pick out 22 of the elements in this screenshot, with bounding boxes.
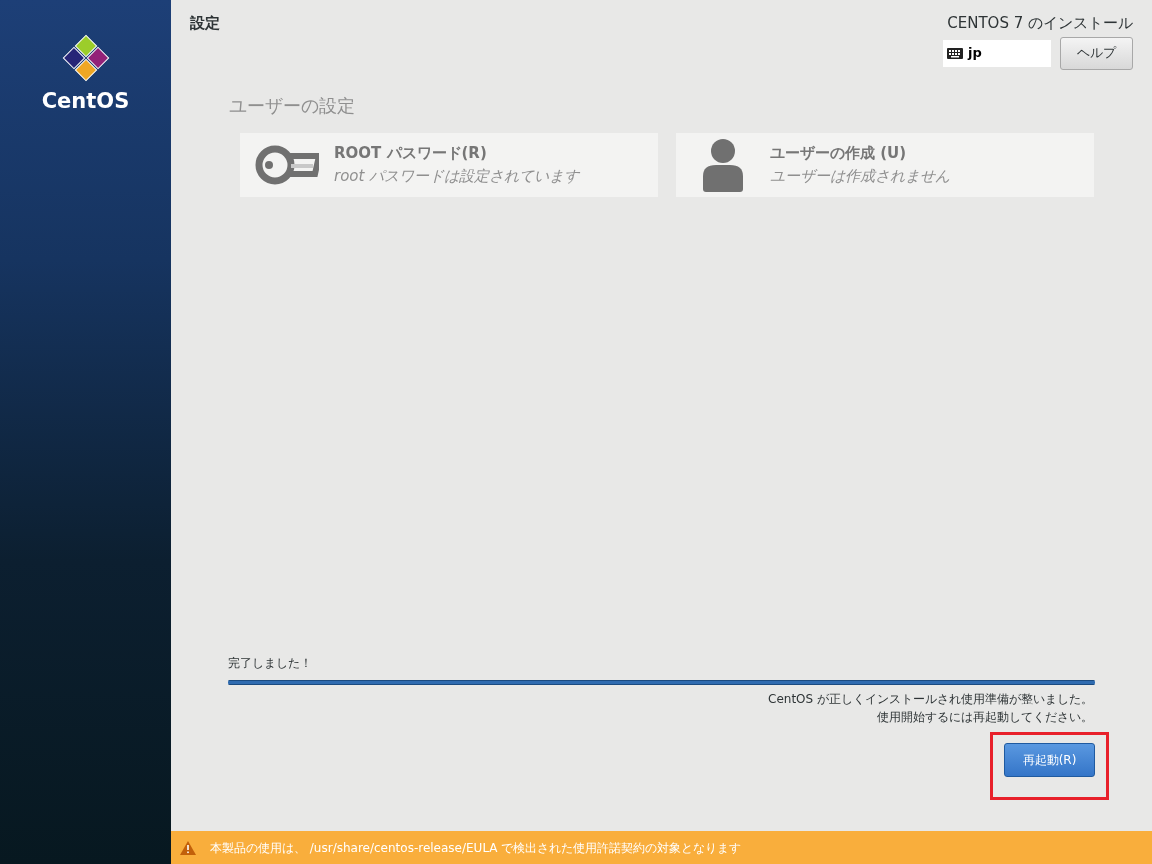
section-title: ユーザーの設定 — [229, 94, 355, 116]
settings-spoke[interactable]: ユーザーの作成 (U) ユーザーは作成されません — [676, 132, 1094, 197]
spoke-status: ユーザーは作成されません — [770, 165, 950, 187]
settings-spoke[interactable]: ROOT パスワード(R) root パスワードは設定されています — [240, 132, 658, 197]
user-icon — [702, 137, 744, 192]
spoke-status: root パスワードは設定されています — [334, 165, 580, 187]
logo-icon — [61, 34, 110, 82]
progress-label: 完了しました！ — [228, 655, 313, 672]
reboot-button[interactable]: 再起動(R) — [1004, 743, 1095, 777]
key-icon — [255, 144, 319, 185]
warning-text: 本製品の使用は、 /usr/share/centos-release/EULA で検出された使用許諾契約の対象となります — [210, 839, 742, 857]
status-message: 使用開始するには再起動してください。 — [877, 709, 1093, 726]
keyboard-icon — [947, 47, 963, 59]
page-title: 設定 — [190, 13, 220, 34]
spoke-title: ユーザーの作成 (U) — [770, 143, 908, 164]
logo-text: CentOS — [41, 88, 130, 115]
keyboard-layout-field[interactable]: jp — [943, 39, 1051, 67]
help-button[interactable]: ヘルプ — [1060, 36, 1133, 70]
product-title: CENTOS 7 のインストール — [947, 13, 1133, 34]
status-message: CentOS が正しくインストールされ使用準備が整いました。 — [768, 691, 1093, 708]
spoke-title: ROOT パスワード(R) — [334, 143, 488, 164]
warning-icon — [180, 840, 196, 855]
